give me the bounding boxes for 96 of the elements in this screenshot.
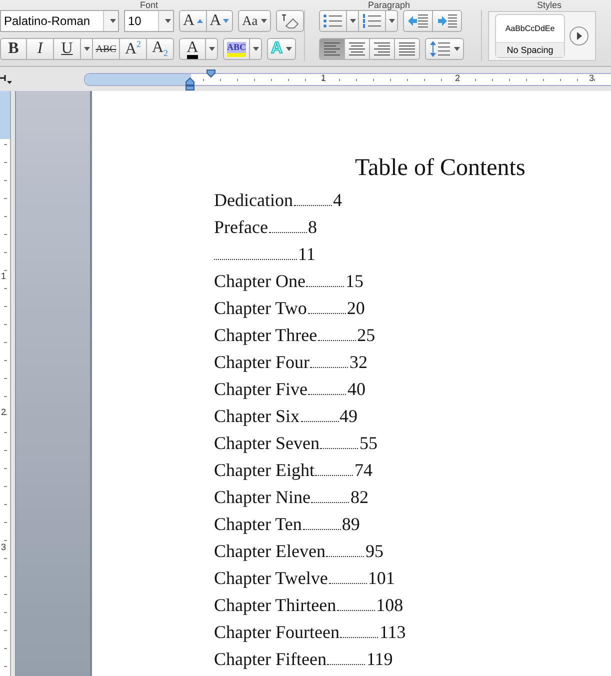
align-icon — [373, 42, 391, 56]
italic-button[interactable]: I — [27, 38, 54, 60]
bold-button[interactable]: B — [0, 38, 27, 60]
numbered-list-icon[interactable] — [359, 10, 386, 32]
shrink-font-button[interactable]: A — [206, 10, 234, 32]
grow-font-button[interactable]: A — [179, 10, 207, 32]
bullet-list-dropdown[interactable] — [347, 10, 359, 32]
tab-stop-icon[interactable] — [0, 75, 12, 85]
align-button[interactable] — [370, 38, 395, 60]
decrease-indent-icon[interactable] — [403, 10, 433, 32]
superscript-button[interactable]: A$^{2}$ — [120, 38, 147, 60]
toc-entry-title: Chapter Seven — [214, 432, 320, 455]
underline-dropdown[interactable] — [81, 38, 93, 60]
group-label: Styles — [537, 0, 562, 10]
align-button[interactable] — [319, 38, 345, 60]
font-color-dropdown[interactable] — [206, 38, 218, 60]
font-color-button[interactable]: A — [179, 38, 206, 60]
group-label: Paragraph — [368, 0, 410, 10]
align-button[interactable] — [395, 38, 420, 60]
leader-line — [310, 367, 348, 368]
toc-entry-title: Chapter Six — [214, 405, 300, 428]
clear-formatting-icon[interactable] — [276, 10, 304, 32]
toc-entry-title: Preface — [214, 216, 268, 239]
leader-line — [327, 664, 366, 665]
leader-line — [340, 637, 378, 638]
highlight-button[interactable]: ABC — [223, 38, 250, 60]
numbered-list-dropdown[interactable] — [386, 10, 398, 32]
bullet-list-icon[interactable] — [319, 10, 347, 32]
toc-page-number: 11 — [298, 243, 316, 266]
leader-line — [311, 502, 350, 503]
toc-page-number: 89 — [342, 513, 360, 536]
horizontal-ruler: 1 2 3 — [84, 73, 611, 86]
align-icon — [348, 42, 366, 56]
toc-page-number: 40 — [347, 378, 366, 401]
line-spacing-icon — [429, 41, 451, 57]
toc-page-number: 108 — [376, 594, 404, 617]
align-icon — [323, 42, 341, 56]
leader-line — [268, 232, 307, 233]
indent-marker-icon[interactable] — [206, 69, 216, 79]
toc-page-number: 20 — [346, 297, 365, 320]
toc-entry-title: Chapter Four — [214, 351, 310, 374]
toc-entry-title: Chapter Five — [214, 378, 308, 401]
font-name-dropdown[interactable]: Palatino-Roman — [0, 10, 119, 32]
leader-line — [320, 448, 358, 449]
toc-entry-title: Chapter Two — [214, 297, 307, 320]
subscript-button[interactable]: A$_{2}$ — [147, 38, 174, 60]
toc-entry-title: Chapter Fourteen — [214, 621, 340, 644]
group-label: Font — [140, 0, 158, 10]
toc-entry-title: Chapter Ten — [214, 513, 302, 536]
line-spacing-button[interactable] — [425, 38, 464, 60]
leader-line — [337, 610, 376, 611]
toc-entry-title: Chapter Fifteen — [214, 648, 326, 671]
leader-line — [318, 340, 356, 341]
toc-page-number: 101 — [368, 567, 395, 590]
change-case-button[interactable]: Aa — [238, 10, 271, 32]
toc-entry-title: Dedication — [214, 189, 293, 212]
toc-page-number: 49 — [340, 405, 358, 428]
leader-line — [326, 556, 364, 557]
toc-page-number: 95 — [365, 540, 384, 563]
highlight-dropdown[interactable] — [250, 38, 262, 60]
toc-entry-title: Chapter Eight — [214, 459, 314, 482]
leader-line — [315, 475, 354, 476]
leader-line — [300, 421, 338, 422]
toc-entry-title: Chapter Eleven — [214, 540, 326, 563]
underline-button[interactable]: U — [54, 38, 81, 60]
toc-entry-title: Chapter One — [214, 270, 306, 293]
toc-page-number: 119 — [366, 648, 393, 671]
toc-page-number: 82 — [350, 486, 368, 509]
leader-line — [308, 394, 346, 395]
leader-line — [308, 313, 346, 314]
leader-line — [328, 583, 367, 584]
toc-page-number: 32 — [349, 351, 368, 374]
toc-entry-title: Chapter Thirteen — [214, 594, 336, 617]
indent-marker-icon[interactable] — [185, 77, 195, 91]
toc-page-number: 4 — [332, 189, 342, 212]
toc-entry-title: Chapter Nine — [214, 486, 310, 509]
align-icon — [398, 42, 416, 56]
toc-page-number: 8 — [308, 216, 317, 239]
font-size-dropdown[interactable]: 10 — [124, 10, 174, 32]
leader-line — [294, 205, 332, 206]
toc-page-number: 25 — [357, 324, 376, 347]
toc-page-number: 55 — [359, 432, 378, 455]
increase-indent-icon[interactable] — [433, 10, 462, 32]
play-icon[interactable] — [569, 26, 589, 46]
leader-line — [306, 286, 344, 287]
toc-page-number: 74 — [354, 459, 372, 482]
toc-entry-title: Chapter Three — [214, 324, 318, 347]
align-button[interactable] — [345, 38, 370, 60]
style-card[interactable]: AaBbCcDdEe No Spacing — [495, 14, 565, 58]
strikethrough-button[interactable]: ABC — [93, 38, 120, 60]
toc-page-number: 15 — [345, 270, 364, 293]
document-title: Table of Contents — [355, 154, 526, 183]
toc-page-number: 113 — [379, 621, 406, 644]
vertical-ruler: 1 2 3 — [0, 91, 11, 676]
toc-entry-title: Chapter Twelve — [214, 567, 328, 590]
leader-line — [302, 529, 341, 530]
